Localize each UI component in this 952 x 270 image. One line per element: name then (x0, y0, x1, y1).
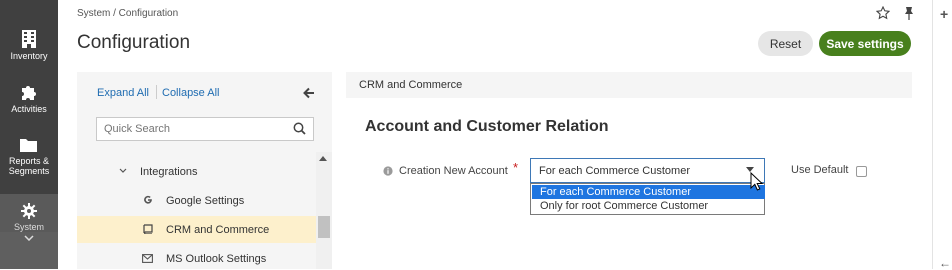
gear-icon (21, 203, 37, 219)
use-default-checkbox[interactable] (856, 166, 867, 177)
creation-new-account-label: Creation New Account (399, 165, 508, 177)
tree-item-google-settings[interactable]: Google Settings (166, 195, 244, 207)
nav-item-reports-segments[interactable]: Reports & Segments (0, 137, 58, 176)
tree-item-crm-and-commerce[interactable]: CRM and Commerce (166, 224, 269, 236)
collapse-all-link[interactable]: Collapse All (162, 87, 219, 99)
google-icon (144, 195, 152, 204)
divider (156, 85, 157, 99)
nav-item-activities[interactable]: Activities (0, 83, 58, 114)
search-icon[interactable] (293, 122, 306, 135)
chevron-down-icon[interactable] (119, 168, 127, 174)
building-icon (22, 30, 36, 48)
tree-scrollbar[interactable] (316, 152, 332, 269)
mouse-cursor-icon (750, 172, 763, 191)
quick-search-input[interactable] (96, 117, 314, 141)
option-for-each-commerce-customer[interactable]: For each Commerce Customer (532, 185, 765, 199)
nav-label: Reports & (8, 156, 50, 166)
nav-label: Inventory (10, 51, 48, 61)
section-title: Account and Customer Relation (365, 118, 609, 135)
reset-button[interactable]: Reset (758, 31, 813, 56)
main-navigation: Inventory Activities Reports & Segments … (0, 0, 58, 269)
nav-label: System (13, 222, 44, 232)
collapse-sidebar-icon[interactable] (302, 86, 316, 100)
tree-item-ms-outlook-settings[interactable]: MS Outlook Settings (166, 253, 266, 265)
option-only-for-root-commerce-customer[interactable]: Only for root Commerce Customer (532, 199, 765, 213)
puzzle-icon (22, 86, 36, 100)
envelope-icon (142, 254, 153, 263)
page-title: Configuration (77, 32, 191, 53)
nav-label-line2: Segments (8, 166, 50, 176)
folder-icon (20, 139, 37, 152)
chevron-down-icon (24, 235, 34, 241)
select-options-list: For each Commerce Customer Only for root… (530, 183, 765, 215)
scroll-up-arrow[interactable] (319, 156, 327, 161)
pin-icon[interactable] (903, 6, 915, 20)
save-settings-button[interactable]: Save settings (819, 31, 911, 56)
creation-new-account-select[interactable]: For each Commerce Customer (530, 158, 765, 183)
tree-item-integrations[interactable]: Integrations (140, 166, 197, 178)
arrow-left-icon[interactable]: ← (939, 256, 951, 270)
section-header: CRM and Commerce (346, 72, 912, 98)
book-icon (143, 224, 153, 234)
scrollbar-thumb[interactable] (318, 216, 330, 238)
breadcrumb: System / Configuration (77, 8, 179, 19)
plus-icon[interactable]: + (940, 6, 948, 22)
nav-label: Activities (11, 104, 47, 114)
nav-item-inventory[interactable]: Inventory (0, 30, 58, 61)
use-default-label: Use Default (791, 164, 849, 176)
info-icon[interactable] (383, 166, 393, 176)
nav-item-system[interactable]: System (0, 194, 58, 232)
nav-more-toggle[interactable] (0, 232, 58, 269)
star-icon[interactable] (876, 6, 890, 20)
right-rail (932, 0, 952, 269)
expand-all-link[interactable]: Expand All (97, 87, 149, 99)
required-indicator: * (513, 160, 519, 175)
